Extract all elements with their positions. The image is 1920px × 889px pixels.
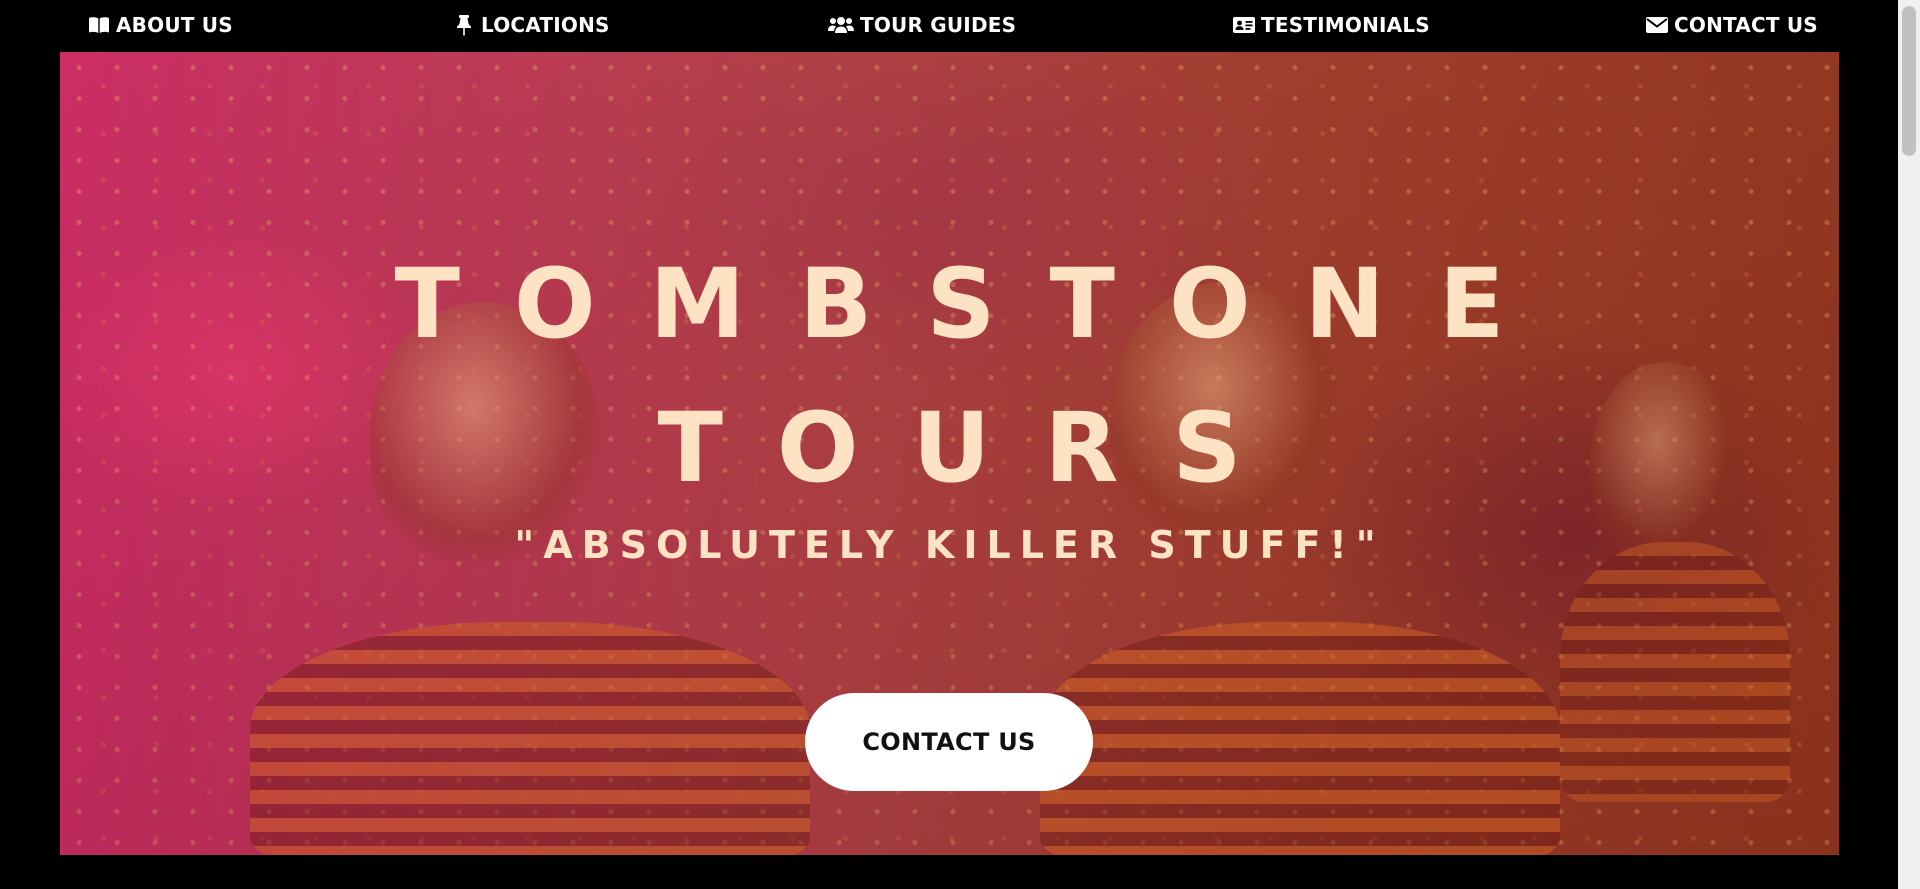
nav-link-locations[interactable]: LOCATIONS [453, 12, 610, 38]
vertical-scrollbar[interactable] [1898, 0, 1920, 889]
hero-tagline: "ABSOLUTELY KILLER STUFF!" [514, 523, 1385, 567]
contact-us-button[interactable]: CONTACT US [805, 693, 1093, 791]
nav-link-label: ABOUT US [116, 13, 233, 37]
nav-link-label: TESTIMONIALS [1261, 13, 1430, 37]
nav-link-testimonials[interactable]: TESTIMONIALS [1233, 12, 1430, 38]
nav-link-tour-guides[interactable]: TOUR GUIDES [828, 12, 1016, 38]
thumbtack-icon [453, 14, 475, 36]
envelope-icon [1646, 14, 1668, 36]
nav-link-label: TOUR GUIDES [860, 13, 1017, 37]
hero-title-line-1: TOMBSTONE [394, 248, 1559, 360]
nav-link-label: CONTACT US [1674, 13, 1818, 37]
nav-link-about-us[interactable]: ABOUT US [88, 12, 233, 38]
page: ABOUT US LOCATIONS TOUR GUIDES TESTIMONI… [0, 0, 1920, 889]
id-card-icon [1233, 14, 1255, 36]
users-icon [828, 14, 854, 36]
nav-link-label: LOCATIONS [481, 13, 610, 37]
nav-link-contact-us[interactable]: CONTACT US [1646, 12, 1818, 38]
scrollbar-thumb[interactable] [1902, 6, 1916, 156]
top-navigation: ABOUT US LOCATIONS TOUR GUIDES TESTIMONI… [0, 0, 1898, 51]
hero-banner: TOMBSTONE TOURS "ABSOLUTELY KILLER STUFF… [60, 52, 1839, 855]
hero-title-line-2: TOURS [657, 392, 1296, 504]
book-open-icon [88, 14, 110, 36]
